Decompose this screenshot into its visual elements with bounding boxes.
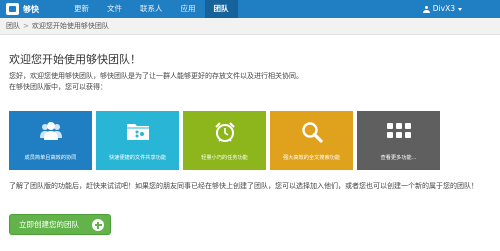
create-team-label: 立即创建您的团队 bbox=[19, 220, 79, 229]
folder-icon bbox=[126, 124, 149, 140]
feature-tiles: 成员简单且高效的协同 快速便捷的文件共享功能 轻量小巧的任务功能 强大高效的全文… bbox=[9, 111, 440, 170]
feature-tile-label: 查看更多功能... bbox=[380, 155, 417, 161]
feature-tile-label: 成员简单且高效的协同 bbox=[24, 155, 77, 161]
intro-text: 您好，欢迎您使用够快团队，够快团队是为了让一群人能够更好的存放文件以及进行相关协… bbox=[9, 71, 489, 93]
logo-icon bbox=[6, 3, 19, 15]
more-grid-icon bbox=[386, 123, 411, 138]
nav-item-contacts[interactable]: 联系人 bbox=[131, 0, 172, 18]
intro-line-2: 在够快团队版中，您可以获得： bbox=[9, 83, 107, 91]
page-title: 欢迎您开始使用够快团队！ bbox=[9, 53, 141, 66]
team-icon bbox=[39, 122, 62, 140]
feature-tile-more[interactable]: 查看更多功能... bbox=[357, 111, 440, 170]
alarm-clock-icon bbox=[214, 122, 235, 142]
feature-tile-label: 轻量小巧的任务功能 bbox=[201, 155, 248, 161]
user-icon bbox=[422, 5, 430, 13]
app-logo[interactable]: 够快 bbox=[6, 2, 39, 16]
nav-item-files[interactable]: 文件 bbox=[98, 0, 131, 18]
feature-tile-tasks[interactable]: 轻量小巧的任务功能 bbox=[183, 111, 266, 170]
user-menu[interactable]: DivX3 bbox=[422, 0, 462, 18]
breadcrumb-current: 欢迎您开始使用够快团队 bbox=[31, 22, 109, 30]
feature-tile-file-sharing[interactable]: 快速便捷的文件共享功能 bbox=[96, 111, 179, 170]
feature-tile-label: 强大高效的全文搜索功能 bbox=[282, 155, 341, 161]
nav-item-updates[interactable]: 更新 bbox=[65, 0, 98, 18]
top-navbar: 够快 更新 文件 联系人 应用 团队 DivX3 bbox=[0, 0, 500, 18]
plus-icon bbox=[92, 219, 104, 231]
search-icon bbox=[301, 122, 323, 143]
breadcrumb-root[interactable]: 团队 bbox=[6, 21, 20, 31]
nav-item-team[interactable]: 团队 bbox=[204, 0, 238, 18]
intro-line-1: 您好，欢迎您使用够快团队，够快团队是为了让一群人能够更好的存放文件以及进行相关协… bbox=[9, 72, 303, 80]
chevron-down-icon bbox=[458, 7, 462, 11]
app-name: 够快 bbox=[23, 4, 39, 14]
nav-item-apps[interactable]: 应用 bbox=[172, 0, 205, 18]
feature-tile-collaboration[interactable]: 成员简单且高效的协同 bbox=[9, 111, 92, 170]
breadcrumb-separator: > bbox=[23, 22, 29, 30]
cta-text: 了解了团队版的功能后，赶快来试试吧！如果您的朋友同事已经在够快上创建了团队，您可… bbox=[9, 182, 478, 190]
breadcrumb: 团队 > 欢迎您开始使用够快团队 bbox=[0, 18, 500, 35]
feature-tile-label: 快速便捷的文件共享功能 bbox=[108, 155, 167, 161]
main-nav: 更新 文件 联系人 应用 团队 bbox=[65, 0, 238, 18]
feature-tile-search[interactable]: 强大高效的全文搜索功能 bbox=[270, 111, 353, 170]
create-team-button[interactable]: 立即创建您的团队 bbox=[9, 214, 111, 235]
user-name: DivX3 bbox=[432, 4, 455, 13]
